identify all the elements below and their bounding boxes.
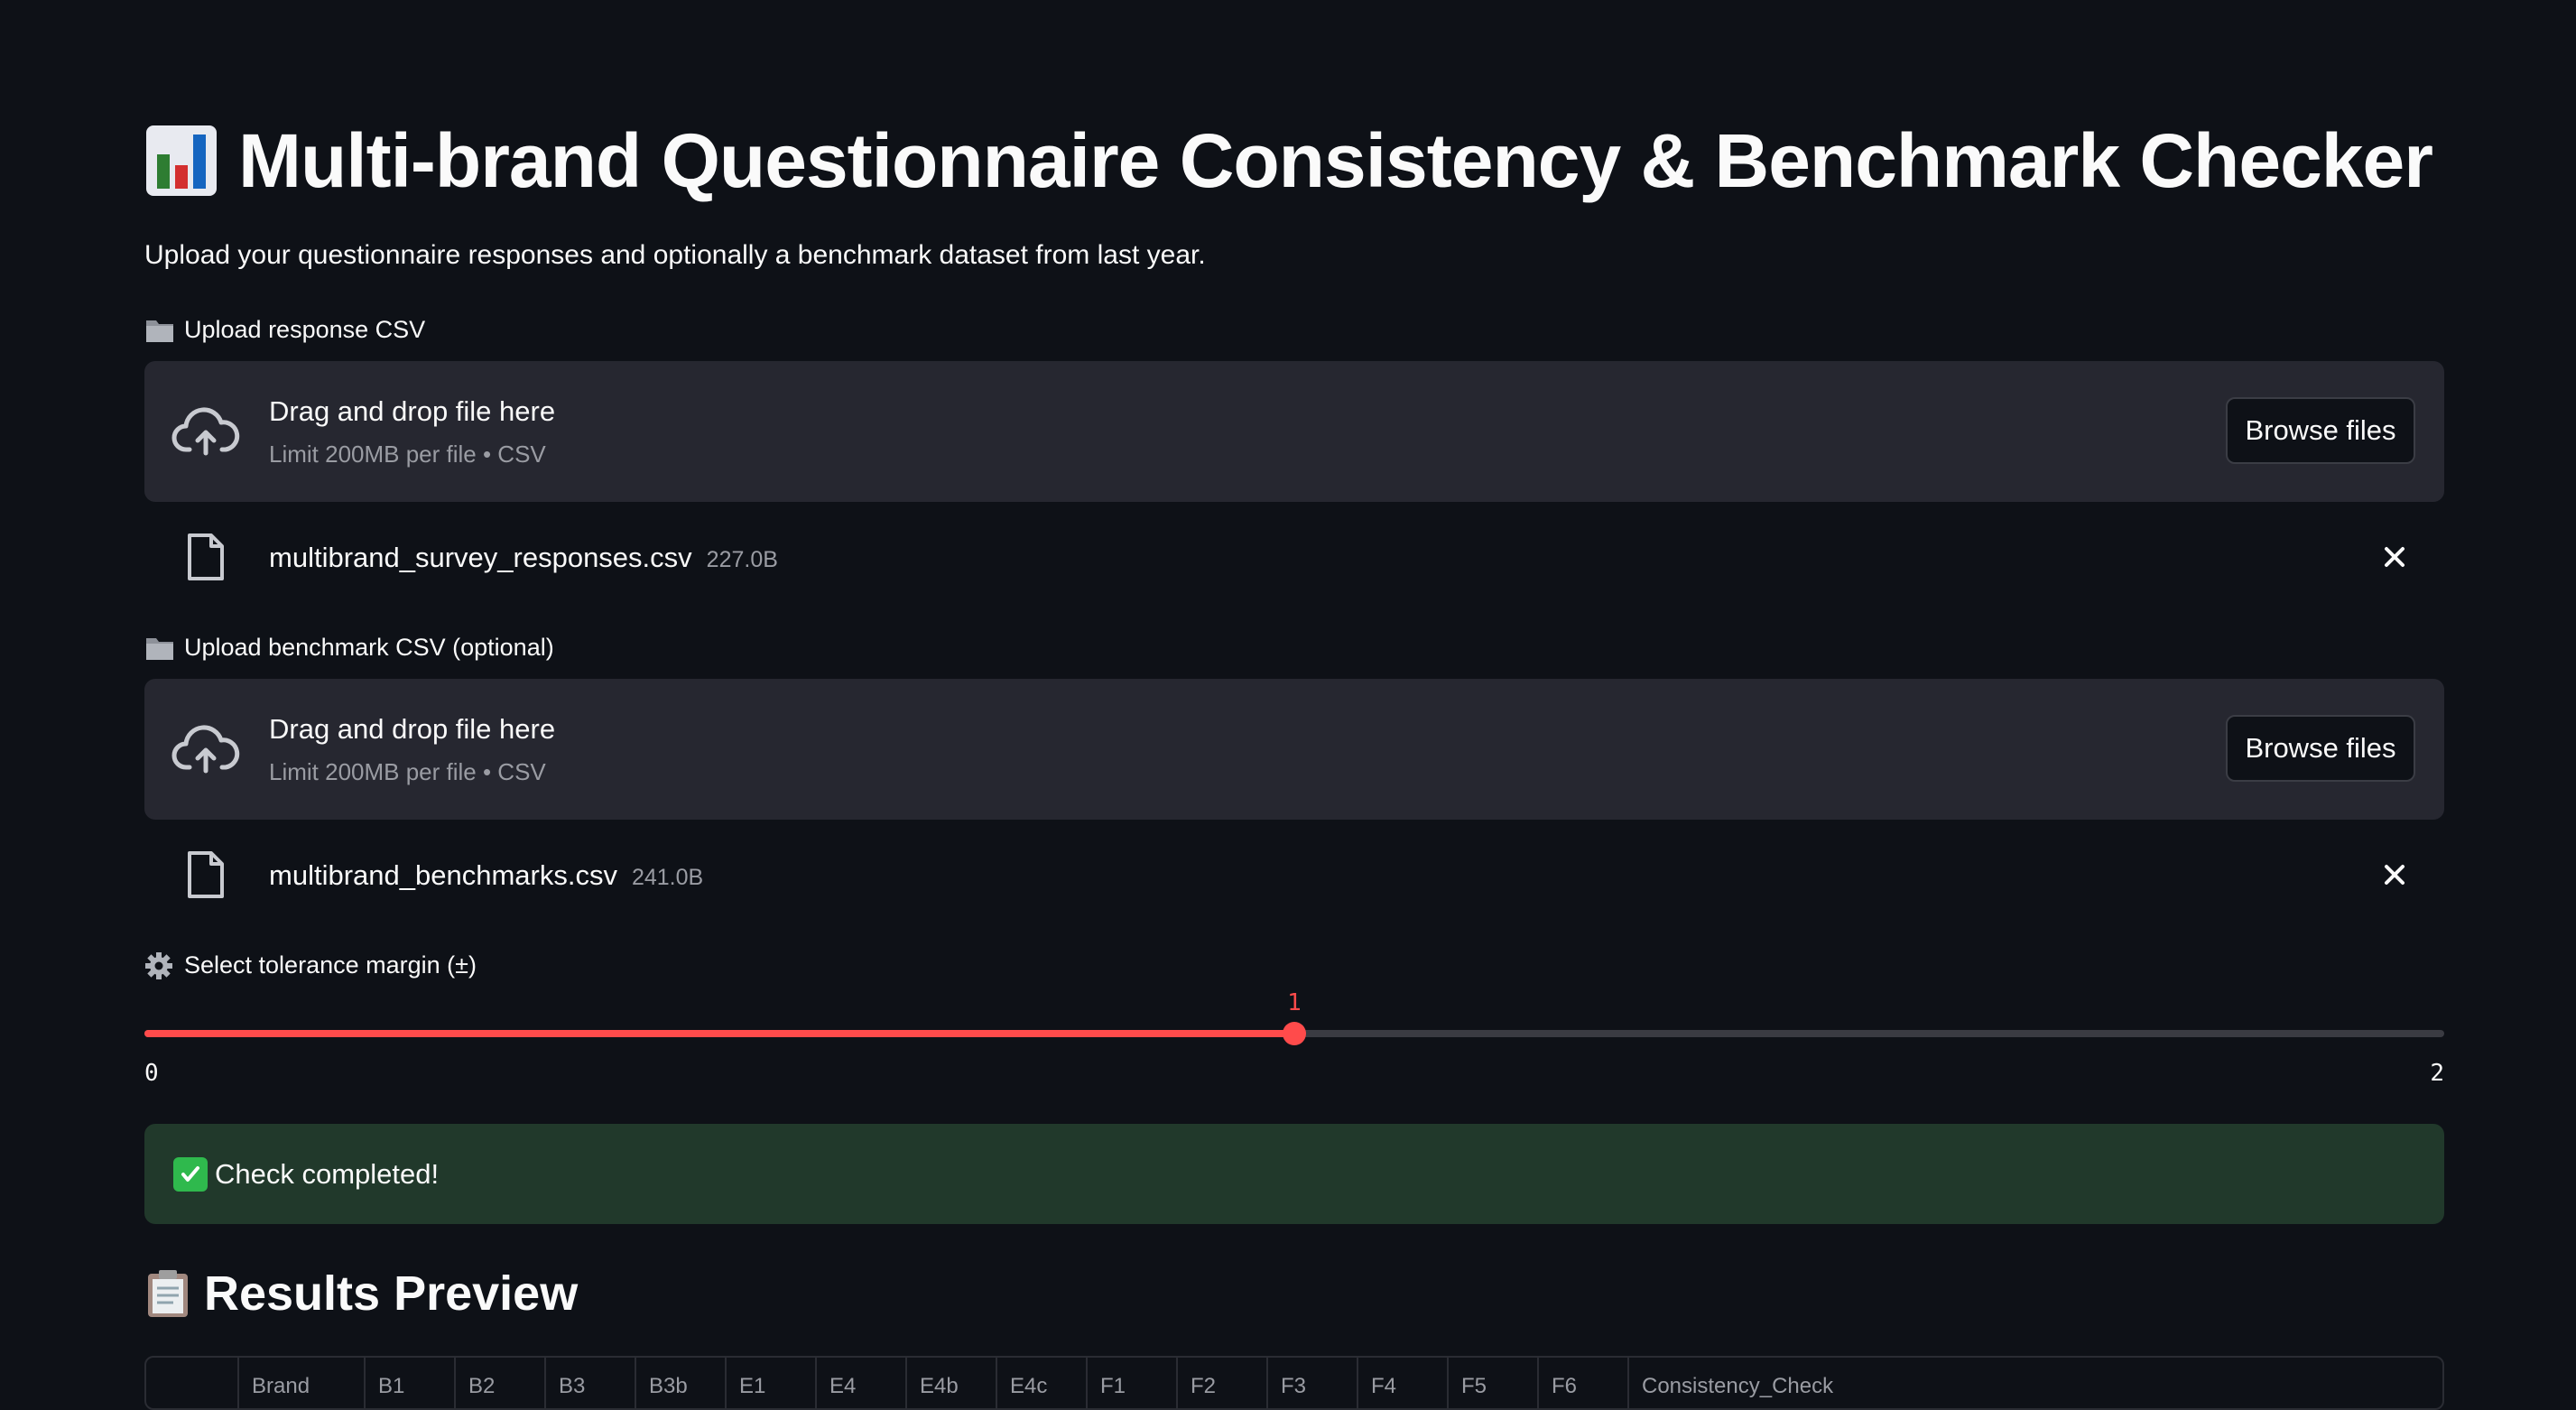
browse-files-button[interactable]: Browse files <box>2226 397 2415 464</box>
table-header-cell[interactable]: F1 <box>1088 1358 1178 1408</box>
bar-chart-icon <box>144 124 218 198</box>
page-title: Multi-brand Questionnaire Consistency & … <box>144 114 2433 208</box>
table-header-cell[interactable]: B2 <box>456 1358 546 1408</box>
file-icon <box>186 850 226 899</box>
response-upload-label: Upload response CSV <box>144 316 425 344</box>
tolerance-slider[interactable] <box>144 1022 2444 1045</box>
folder-icon <box>144 635 175 662</box>
close-icon[interactable] <box>2379 859 2410 890</box>
uploaded-file-row: multibrand_benchmarks.csv 241.0B <box>144 840 2444 912</box>
benchmark-upload-label: Upload benchmark CSV (optional) <box>144 634 554 662</box>
slider-current-value: 1 <box>1287 989 1302 1016</box>
folder-icon <box>144 317 175 344</box>
slider-max-value: 2 <box>2430 1060 2444 1087</box>
gear-icon <box>144 951 175 979</box>
success-message: Check completed! <box>215 1157 440 1190</box>
clipboard-icon <box>144 1268 191 1319</box>
table-header-cell[interactable]: F3 <box>1268 1358 1358 1408</box>
close-icon[interactable] <box>2379 542 2410 572</box>
response-dropzone[interactable]: Drag and drop file here Limit 200MB per … <box>144 361 2444 502</box>
file-size: 241.0B <box>631 865 704 890</box>
main-content: Multi-brand Questionnaire Consistency & … <box>144 0 2444 1410</box>
table-header-cell[interactable]: E1 <box>727 1358 817 1408</box>
file-name-text: multibrand_survey_responses.csv <box>269 542 692 573</box>
file-size: 227.0B <box>706 547 778 572</box>
table-header-cell[interactable]: F6 <box>1539 1358 1629 1408</box>
slider-thumb[interactable] <box>1283 1022 1306 1045</box>
file-icon <box>186 533 226 581</box>
benchmark-dropzone[interactable]: Drag and drop file here Limit 200MB per … <box>144 679 2444 820</box>
table-header-cell[interactable]: F5 <box>1449 1358 1539 1408</box>
table-header-cell[interactable]: E4 <box>817 1358 907 1408</box>
table-header-cell[interactable]: B3 <box>546 1358 636 1408</box>
dropzone-title: Drag and drop file here <box>269 713 556 745</box>
dropzone-limit: Limit 200MB per file • CSV <box>269 758 546 785</box>
success-alert: Check completed! <box>144 1124 2444 1224</box>
table-header-cell[interactable] <box>146 1358 239 1408</box>
dropzone-title: Drag and drop file here <box>269 395 556 427</box>
results-heading-text: Results Preview <box>204 1266 579 1321</box>
table-header-cell[interactable]: E4c <box>997 1358 1088 1408</box>
table-header-cell[interactable]: F4 <box>1358 1358 1449 1408</box>
check-mark-icon <box>173 1156 208 1192</box>
slider-min-value: 0 <box>144 1060 159 1087</box>
table-header-cell[interactable]: E4b <box>907 1358 997 1408</box>
results-heading: Results Preview <box>144 1266 578 1322</box>
cloud-upload-icon <box>171 403 240 460</box>
table-header-cell[interactable]: Brand <box>239 1358 366 1408</box>
results-table[interactable]: Brand B1 B2 B3 B3b E1 E4 E4b E4c F1 F2 F3 F4 F5 F6 Cons… <box>144 1356 2444 1410</box>
tolerance-label: Select tolerance margin (±) <box>144 951 477 979</box>
file-name-text: multibrand_benchmarks.csv <box>269 859 617 891</box>
response-upload-label-text: Upload response CSV <box>184 316 426 343</box>
cloud-upload-icon <box>171 720 240 778</box>
table-header-cell[interactable]: B1 <box>366 1358 456 1408</box>
tolerance-label-text: Select tolerance margin (±) <box>184 951 477 979</box>
page-subtitle: Upload your questionnaire responses and … <box>144 240 1206 270</box>
browse-files-button[interactable]: Browse files <box>2226 715 2415 782</box>
table-header-cell[interactable]: B3b <box>636 1358 727 1408</box>
slider-fill <box>144 1030 1294 1037</box>
benchmark-upload-label-text: Upload benchmark CSV (optional) <box>184 634 554 661</box>
uploaded-file-row: multibrand_survey_responses.csv 227.0B <box>144 522 2444 594</box>
page-title-text: Multi-brand Questionnaire Consistency & … <box>238 117 2433 203</box>
file-name: multibrand_survey_responses.csv 227.0B <box>269 542 778 574</box>
dropzone-limit: Limit 200MB per file • CSV <box>269 441 546 468</box>
file-name: multibrand_benchmarks.csv 241.0B <box>269 859 703 892</box>
table-header-cell[interactable]: Consistency_Check <box>1629 1358 1990 1408</box>
table-header-cell[interactable]: F2 <box>1178 1358 1268 1408</box>
